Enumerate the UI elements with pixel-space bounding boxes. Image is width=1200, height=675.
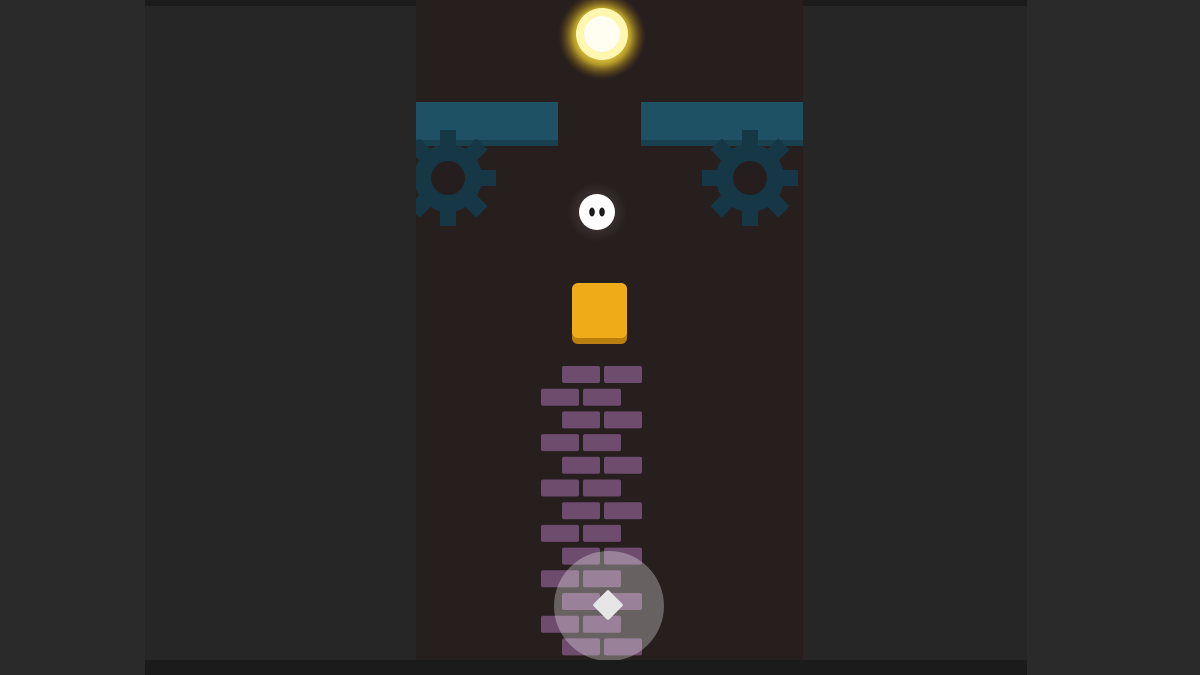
game-viewport[interactable] [416, 0, 803, 660]
side-panel-right [803, 6, 1027, 660]
player-character [567, 182, 627, 242]
brick [604, 502, 642, 520]
brick [562, 411, 600, 429]
jump-button[interactable] [554, 551, 664, 660]
brick [562, 456, 600, 474]
brick [541, 479, 579, 497]
brick [541, 524, 579, 542]
brick [604, 456, 642, 474]
brick [583, 434, 621, 452]
brick [541, 434, 579, 452]
brick [583, 479, 621, 497]
brick [583, 388, 621, 406]
brick [562, 502, 600, 520]
brick [604, 411, 642, 429]
brick [604, 366, 642, 383]
orange-block [572, 283, 627, 344]
letterbox-bottom [145, 660, 1027, 675]
brick [562, 366, 600, 383]
side-panel-left [145, 6, 416, 660]
brick [541, 388, 579, 406]
ledge-left [416, 102, 558, 146]
brick [583, 524, 621, 542]
diamond-icon [592, 589, 624, 621]
